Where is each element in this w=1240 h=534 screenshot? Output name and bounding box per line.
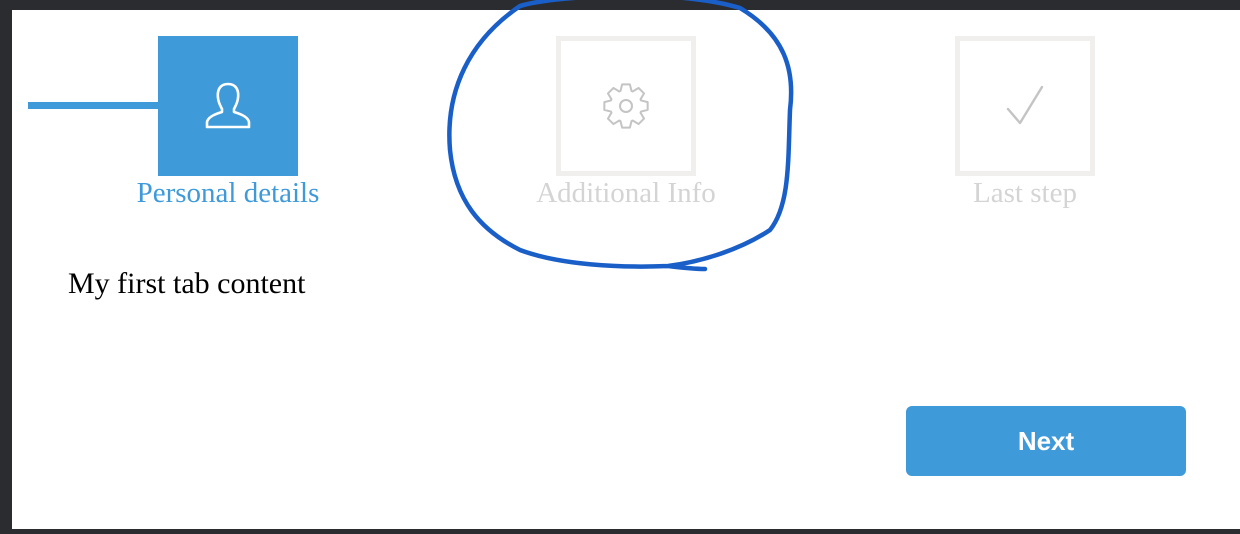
window-edge-top (0, 0, 1240, 10)
tab-content-text: My first tab content (68, 267, 306, 300)
window-edge-left (0, 0, 12, 534)
progress-line (28, 102, 174, 109)
step-label-last-step[interactable]: Last step (875, 176, 1175, 210)
gear-icon (603, 83, 649, 129)
wizard-panel: Personal details Additional Info Last st… (12, 10, 1240, 529)
step-additional-info[interactable] (556, 36, 696, 176)
window-edge-bottom (0, 529, 1240, 534)
checkmark-icon (1006, 85, 1044, 125)
next-button[interactable]: Next (906, 406, 1186, 476)
user-icon (205, 82, 251, 129)
step-label-personal-details[interactable]: Personal details (78, 176, 378, 210)
step-personal-details[interactable] (158, 36, 298, 176)
step-label-additional-info[interactable]: Additional Info (476, 176, 776, 210)
step-last-step[interactable] (955, 36, 1095, 176)
